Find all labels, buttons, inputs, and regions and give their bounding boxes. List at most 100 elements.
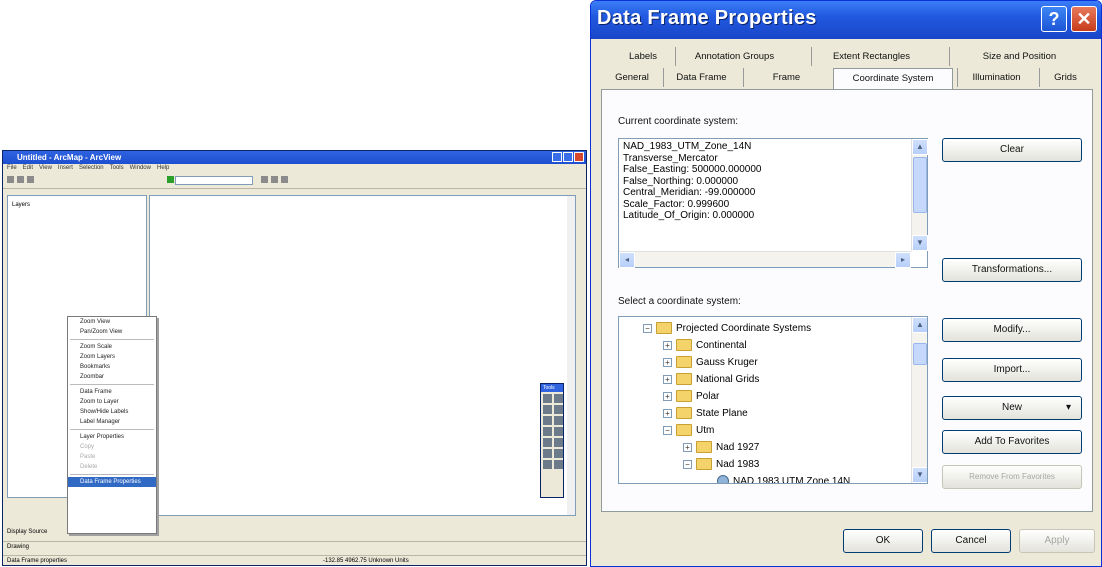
tab-illumination[interactable]: Illumination bbox=[957, 68, 1035, 87]
measure-icon[interactable] bbox=[543, 460, 552, 469]
modify-button[interactable]: Modify... bbox=[942, 318, 1082, 342]
expand-icon[interactable]: + bbox=[663, 391, 672, 401]
help-button[interactable]: ? bbox=[1041, 6, 1067, 32]
apply-button[interactable]: Apply bbox=[1019, 529, 1095, 553]
find-icon[interactable] bbox=[554, 449, 563, 458]
maximize-icon[interactable] bbox=[563, 152, 573, 162]
menu-window[interactable]: Window bbox=[130, 164, 151, 173]
tree-node[interactable]: + National Grids bbox=[663, 372, 759, 388]
add-data-icon[interactable] bbox=[167, 176, 174, 183]
transformations-button[interactable]: Transformations... bbox=[942, 258, 1082, 282]
scroll-down-icon[interactable]: ▼ bbox=[912, 467, 927, 483]
scroll-down-icon[interactable]: ▼ bbox=[912, 235, 928, 251]
details-horizontal-scrollbar[interactable]: ◂ ▸ bbox=[619, 251, 911, 268]
context-menu-item[interactable]: Zoom to Layer bbox=[68, 397, 156, 407]
context-menu-item[interactable]: Layer Properties bbox=[68, 432, 156, 442]
context-menu-item[interactable]: Zoom View bbox=[68, 317, 156, 327]
identify-icon[interactable] bbox=[271, 176, 278, 183]
collapse-icon[interactable]: − bbox=[643, 323, 652, 333]
new-button[interactable]: New ▾ bbox=[942, 396, 1082, 420]
close-icon[interactable] bbox=[574, 152, 584, 162]
hyperlink-icon[interactable] bbox=[554, 460, 563, 469]
menu-insert[interactable]: Insert bbox=[58, 164, 73, 173]
details-vertical-scrollbar[interactable]: ▲ ▼ bbox=[911, 139, 928, 251]
expand-icon[interactable]: + bbox=[663, 340, 672, 350]
cancel-button[interactable]: Cancel bbox=[931, 529, 1011, 553]
map-scale-input[interactable] bbox=[175, 176, 253, 185]
remove-from-favorites-button[interactable]: Remove From Favorites bbox=[942, 465, 1082, 489]
forward-icon[interactable] bbox=[554, 427, 563, 436]
context-menu-item[interactable]: Label Manager bbox=[68, 417, 156, 427]
context-menu-item[interactable]: Delete bbox=[68, 462, 156, 472]
tree-node-selected[interactable]: NAD 1983 UTM Zone 14N bbox=[717, 474, 850, 483]
collapse-icon[interactable]: − bbox=[683, 459, 692, 469]
tab-frame[interactable]: Frame bbox=[743, 68, 829, 87]
close-button[interactable]: ✕ bbox=[1071, 6, 1097, 32]
scroll-thumb[interactable] bbox=[913, 343, 927, 365]
menu-view[interactable]: View bbox=[39, 164, 52, 173]
select-icon[interactable] bbox=[543, 438, 552, 447]
layers-node[interactable]: Layers bbox=[12, 202, 30, 208]
map-scrollbar[interactable] bbox=[567, 196, 575, 515]
scroll-thumb[interactable] bbox=[913, 157, 927, 213]
tab-coordinate-system[interactable]: Coordinate System bbox=[833, 68, 953, 90]
context-menu-item[interactable]: Copy bbox=[68, 442, 156, 452]
fixed-zoom-in-icon[interactable] bbox=[543, 405, 552, 414]
menu-tools[interactable]: Tools bbox=[110, 164, 124, 173]
tab-display[interactable]: Display bbox=[7, 529, 27, 535]
help-pointer-icon[interactable] bbox=[281, 176, 288, 183]
zoom-out-icon[interactable] bbox=[554, 394, 563, 403]
expand-icon[interactable]: + bbox=[683, 442, 692, 452]
expand-icon[interactable]: + bbox=[663, 374, 672, 384]
scroll-right-icon[interactable]: ▸ bbox=[895, 252, 911, 268]
full-extent-icon[interactable] bbox=[554, 416, 563, 425]
collapse-icon[interactable]: − bbox=[663, 425, 672, 435]
tree-node[interactable]: + Gauss Kruger bbox=[663, 355, 758, 371]
tab-extent-rectangles[interactable]: Extent Rectangles bbox=[811, 47, 931, 66]
add-to-favorites-button[interactable]: Add To Favorites bbox=[942, 430, 1082, 454]
data-frame-properties-menu-item[interactable]: Data Frame Properties bbox=[68, 477, 156, 487]
tree-node[interactable]: + State Plane bbox=[663, 406, 748, 422]
context-menu-item[interactable]: Data Frame bbox=[68, 387, 156, 397]
context-menu-item[interactable]: Zoom Scale bbox=[68, 342, 156, 352]
tree-node[interactable]: − Nad 1983 bbox=[683, 457, 759, 473]
menu-help[interactable]: Help bbox=[157, 164, 169, 173]
context-menu-item[interactable]: Zoom Layers bbox=[68, 352, 156, 362]
minimize-icon[interactable] bbox=[552, 152, 562, 162]
tree-node[interactable]: − Projected Coordinate Systems bbox=[643, 321, 811, 337]
tab-grids[interactable]: Grids bbox=[1039, 68, 1091, 87]
fixed-zoom-out-icon[interactable] bbox=[554, 405, 563, 414]
context-menu-item[interactable]: Bookmarks bbox=[68, 362, 156, 372]
tab-source[interactable]: Source bbox=[28, 529, 47, 535]
new-icon[interactable] bbox=[7, 176, 14, 183]
expand-icon[interactable]: + bbox=[663, 408, 672, 418]
tab-size-and-position[interactable]: Size and Position bbox=[949, 47, 1089, 66]
tree-node[interactable]: + Nad 1927 bbox=[683, 440, 759, 456]
open-icon[interactable] bbox=[17, 176, 24, 183]
menu-selection[interactable]: Selection bbox=[79, 164, 104, 173]
tree-node[interactable]: − Utm bbox=[663, 423, 714, 439]
import-button[interactable]: Import... bbox=[942, 358, 1082, 382]
clear-button[interactable]: Clear bbox=[942, 138, 1082, 162]
pan-icon[interactable] bbox=[543, 416, 552, 425]
identify-tool-icon[interactable] bbox=[543, 449, 552, 458]
tab-annotation-groups[interactable]: Annotation Groups bbox=[675, 47, 793, 66]
coordinate-system-tree[interactable]: − Projected Coordinate Systems + Continent… bbox=[618, 316, 928, 484]
context-menu-item[interactable]: Paste bbox=[68, 452, 156, 462]
context-menu-item[interactable]: Show/Hide Labels bbox=[68, 407, 156, 417]
tab-labels[interactable]: Labels bbox=[617, 47, 669, 66]
tab-data-frame[interactable]: Data Frame bbox=[663, 68, 739, 87]
editor-icon[interactable] bbox=[261, 176, 268, 183]
menu-file[interactable]: File bbox=[7, 164, 17, 173]
current-coordinate-system-details[interactable]: NAD_1983_UTM_Zone_14N Transverse_Mercato… bbox=[618, 138, 928, 268]
tab-general[interactable]: General bbox=[605, 68, 659, 87]
tree-node[interactable]: + Continental bbox=[663, 338, 747, 354]
context-menu-item[interactable]: Zoombar bbox=[68, 372, 156, 382]
scroll-up-icon[interactable]: ▲ bbox=[912, 317, 927, 333]
back-icon[interactable] bbox=[543, 427, 552, 436]
ok-button[interactable]: OK bbox=[843, 529, 923, 553]
drawing-menu[interactable]: Drawing bbox=[7, 544, 29, 550]
pointer-icon[interactable] bbox=[554, 438, 563, 447]
context-menu-item[interactable]: Pan/Zoom View bbox=[68, 327, 156, 337]
scroll-up-icon[interactable]: ▲ bbox=[912, 139, 928, 155]
